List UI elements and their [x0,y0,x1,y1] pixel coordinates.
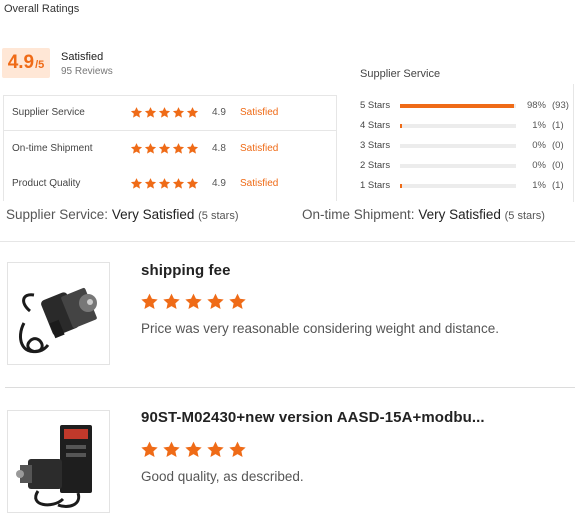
histogram-label: 2 Stars [360,160,391,171]
star-icon [141,441,158,457]
histogram-percent: 1% [532,180,546,191]
histogram-bar-track [400,144,516,148]
overall-score-badge: 4.9 /5 [2,48,50,78]
star-icon [186,178,199,189]
summary-on-time-shipment: On-time Shipment: Very Satisfied (5 star… [302,207,545,222]
star-icon [172,107,185,118]
histogram-bar-fill [400,184,402,188]
rating-score: 4.8 [212,143,226,154]
histogram-bar-track [400,184,516,188]
divider [0,241,575,242]
divider [336,95,337,201]
rating-stars [130,177,199,190]
histogram-bar-track [400,164,516,168]
divider [5,387,575,388]
star-icon [130,107,143,118]
star-icon [172,178,185,189]
servo-motor-icon[interactable] [7,262,110,365]
summary-label: On-time Shipment: [302,207,415,222]
histogram-count: (0) [552,140,564,151]
histogram-percent: 0% [532,160,546,171]
rating-text: Satisfied [240,107,279,118]
overall-score: 4.9 [7,52,35,73]
rating-label: Supplier Service [12,107,85,118]
review-stars [140,440,247,459]
review-title[interactable]: shipping fee [141,262,231,279]
histogram-label: 3 Stars [360,140,391,151]
summary-value: Very Satisfied [111,207,195,222]
star-icon [130,143,143,154]
star-icon [130,178,143,189]
histogram-percent: 1% [532,120,546,131]
star-icon [186,107,199,118]
rating-stars [130,142,199,155]
star-icon [207,441,224,457]
star-icon [229,441,246,457]
summary-value: Very Satisfied [418,207,501,222]
histogram-label: 4 Stars [360,120,391,131]
histogram-bar-track [400,104,516,108]
histogram-bar-fill [400,104,514,108]
histogram-count: (1) [552,180,564,191]
rating-score: 4.9 [212,178,226,189]
star-icon [229,293,246,309]
histogram-label: 5 Stars [360,100,391,111]
star-icon [163,441,180,457]
star-icon [163,293,180,309]
divider [3,130,336,131]
star-icon [207,293,224,309]
review-text: Price was very reasonable considering we… [141,321,499,336]
histogram-bar-fill [400,124,402,128]
review-count: 95 Reviews [61,66,113,77]
divider [573,84,574,202]
summary-stars: (5 stars) [198,210,239,222]
summary-supplier-service: Supplier Service: Very Satisfied (5 star… [6,207,238,222]
overall-ratings-title: Overall Ratings [4,3,80,15]
rating-score: 4.9 [212,107,226,118]
histogram-percent: 98% [526,100,546,111]
servo-drive-kit-icon[interactable] [7,410,110,513]
summary-label: Supplier Service: [6,207,109,222]
star-icon [144,107,157,118]
star-icon [158,178,171,189]
divider [3,95,336,96]
star-icon [141,293,158,309]
star-icon [172,143,185,154]
star-icon [186,143,199,154]
histogram-title: Supplier Service [360,68,441,80]
rating-text: Satisfied [240,143,279,154]
divider [3,95,4,201]
review-text: Good quality, as described. [141,469,304,484]
histogram-count: (93) [552,100,569,111]
rating-label: On-time Shipment [12,143,93,154]
rating-stars [130,106,199,119]
star-icon [144,178,157,189]
rating-text: Satisfied [240,178,279,189]
summary-stars: (5 stars) [504,210,545,222]
histogram-count: (0) [552,160,564,171]
overall-satisfaction-label: Satisfied [61,51,104,63]
rating-label: Product Quality [12,178,81,189]
overall-score-suffix: /5 [35,59,45,71]
star-icon [185,293,202,309]
star-icon [185,441,202,457]
review-stars [140,292,247,311]
star-icon [144,143,157,154]
star-icon [158,143,171,154]
star-icon [158,107,171,118]
histogram-count: (1) [552,120,564,131]
histogram-percent: 0% [532,140,546,151]
histogram-bar-track [400,124,516,128]
review-title[interactable]: 90ST-M02430+new version AASD-15A+modbu..… [141,409,485,426]
histogram-label: 1 Stars [360,180,391,191]
